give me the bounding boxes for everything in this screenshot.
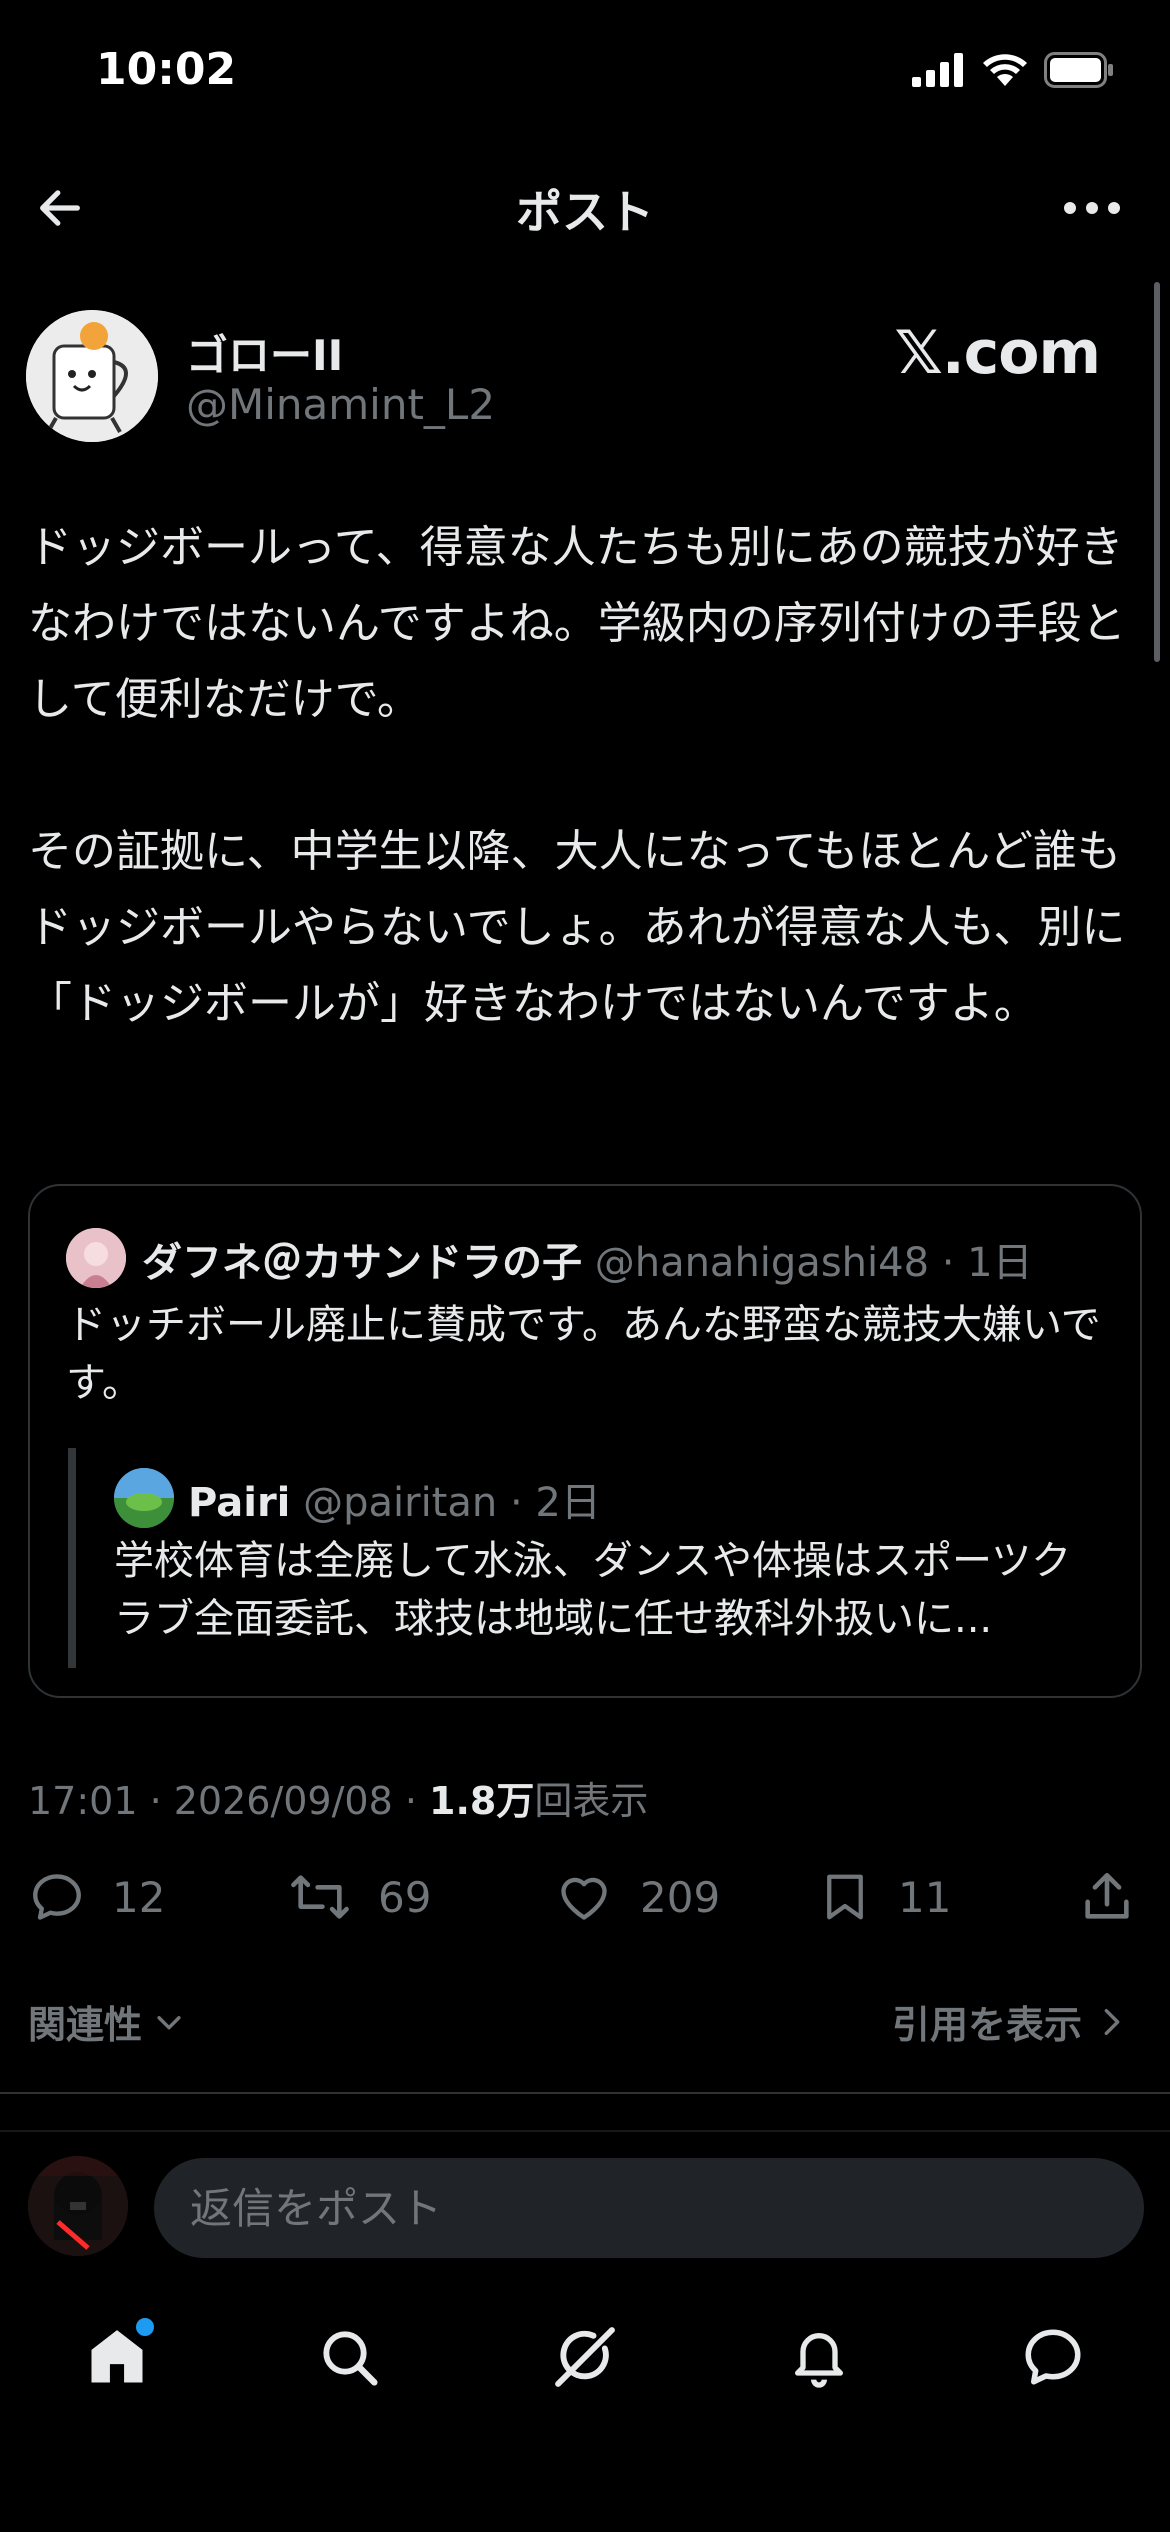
nested-author-avatar [114, 1468, 174, 1528]
status-icons [912, 52, 1114, 88]
chat-bubble-icon [1025, 2329, 1081, 2385]
grok-icon [555, 2327, 615, 2387]
bookmark-icon [827, 1874, 863, 1920]
like-button[interactable]: 209 [554, 1862, 720, 1932]
xcom-label: 𝕏.com [894, 318, 1101, 388]
author-handle[interactable]: @Minamint_L2 [186, 380, 495, 429]
repost-icon [291, 1875, 349, 1919]
share-icon [1085, 1872, 1129, 1919]
tab-grok[interactable] [540, 2312, 630, 2402]
mug-character-icon [26, 310, 158, 442]
reply-button[interactable]: 12 [28, 1862, 165, 1932]
more-dot-icon [1086, 202, 1098, 214]
bell-icon [795, 2333, 843, 2388]
reply-count: 12 [112, 1872, 166, 1922]
more-options-button[interactable] [1052, 176, 1132, 240]
user-avatar[interactable] [28, 2156, 128, 2256]
post-paragraph: ドッジボールって、得意な人たちも別にあの競技が好きなわけではないんですよね。学級… [28, 522, 1126, 725]
nested-quote: Pairi @pairitan · 2日 学校体育は全廃して水泳、ダンスや体操は… [68, 1448, 1108, 1668]
nested-author-name: Pairi [188, 1480, 291, 1526]
nested-post-time: · 2日 [509, 1480, 601, 1526]
post-paragraph: その証拠に、中学生以降、大人になってもほとんど誰もドッジボールやらないでしょ。あ… [28, 826, 1126, 1029]
wifi-icon [983, 54, 1027, 86]
bookmark-count: 11 [898, 1872, 952, 1922]
author-avatar[interactable] [26, 310, 158, 442]
view-quotes-label: 引用を表示 [891, 2003, 1082, 2047]
post-detail-screen: 10:02 ポスト ゴローII @Minamint_L2 𝕏.com ドッジボー… [0, 0, 1170, 2532]
share-button[interactable] [1078, 1862, 1136, 1932]
bookmark-button[interactable]: 11 [818, 1862, 951, 1932]
sort-dropdown[interactable]: 関連性 [28, 1994, 186, 2049]
like-count: 209 [640, 1872, 721, 1922]
post-timestamp: 17:01 · 2026/09/08 · [28, 1779, 430, 1823]
view-count[interactable]: 1.8万 [429, 1779, 534, 1823]
chevron-down-icon [157, 2015, 181, 2029]
quoted-author-name: ダフネ＠カサンドラの子 [142, 1240, 582, 1286]
repost-count: 69 [378, 1872, 432, 1922]
unread-dot [136, 2318, 154, 2336]
divider [0, 2092, 1170, 2094]
view-quotes-link[interactable]: 引用を表示 [892, 1994, 1126, 2049]
post-meta: 17:01 · 2026/09/08 · 1.8万回表示 [28, 1770, 648, 1825]
heart-icon [561, 1877, 607, 1920]
quoted-post-card[interactable]: ダフネ＠カサンドラの子 @hanahigashi48 · 1日 ドッチボール廃止… [28, 1184, 1142, 1698]
quoted-post-time: · 1日 [941, 1240, 1033, 1286]
nested-post-text: 学校体育は全廃して水泳、ダンスや体操はスポーツクラブ全面委託、球技は地域に任せ教… [114, 1538, 1072, 1642]
reply-icon [33, 1874, 81, 1920]
more-dot-icon [1064, 202, 1076, 214]
landscape-avatar-icon [114, 1468, 174, 1528]
nested-author-handle: @pairitan [303, 1480, 498, 1526]
author-name[interactable]: ゴローII [186, 322, 343, 383]
anime-avatar-icon [66, 1228, 126, 1288]
repost-button[interactable]: 69 [288, 1862, 431, 1932]
tab-search[interactable] [304, 2312, 394, 2402]
view-count-label: 回表示 [534, 1779, 649, 1823]
search-icon [323, 2331, 378, 2386]
quoted-post-text: ドッチボール廃止に賛成です。あんな野蛮な競技大嫌いです。 [66, 1302, 1101, 1406]
quoted-author-avatar [66, 1228, 126, 1288]
scrollbar[interactable] [1154, 282, 1160, 662]
page-title: ポスト [516, 185, 654, 239]
tab-notifications[interactable] [774, 2312, 864, 2402]
dark-helmet-avatar-icon [28, 2156, 128, 2256]
tab-home[interactable] [72, 2312, 162, 2402]
chevron-right-icon [1104, 2008, 1120, 2035]
nested-author-line: Pairi @pairitan · 2日 [188, 1470, 601, 1528]
status-time: 10:02 [96, 44, 237, 95]
sort-label: 関連性 [28, 2003, 143, 2047]
battery-icon [1044, 52, 1113, 88]
post-text: ドッジボールって、得意な人たちも別にあの競技が好きなわけではないんですよね。学級… [28, 510, 1148, 1042]
cellular-signal-icon [912, 53, 963, 87]
reply-composer-bar [0, 2130, 1170, 2278]
quoted-author-handle: @hanahigashi48 [594, 1240, 930, 1286]
bottom-tab-bar [0, 2300, 1170, 2410]
tab-messages[interactable] [1008, 2312, 1098, 2402]
reply-input[interactable] [154, 2158, 1144, 2258]
quoted-author-line: ダフネ＠カサンドラの子 @hanahigashi48 · 1日 [142, 1230, 1033, 1288]
more-dot-icon [1108, 202, 1120, 214]
